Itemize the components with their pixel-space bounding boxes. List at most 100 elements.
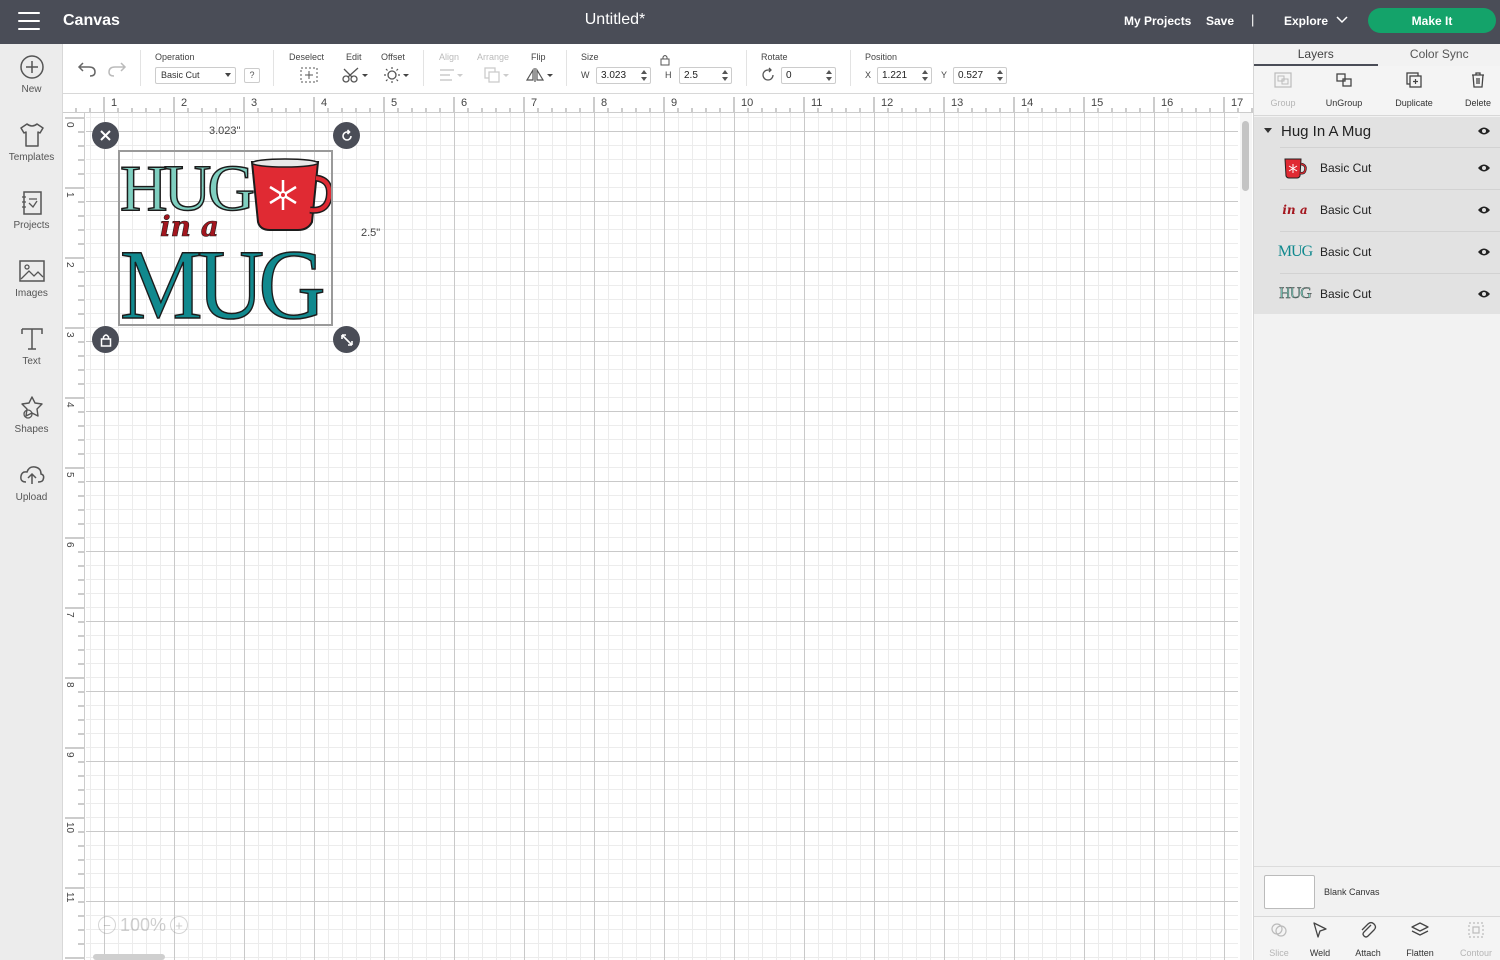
rotate-input[interactable]: 0: [781, 67, 836, 84]
eye-icon[interactable]: [1477, 247, 1491, 257]
ungroup-button[interactable]: UnGroup: [1315, 71, 1373, 108]
align-label: Align: [439, 52, 460, 62]
ruler-ticks: 1 2 3 4 5 6 7 8 9 10 11 12 13 14 15 16 17: [75, 97, 1253, 112]
eye-icon[interactable]: [1477, 163, 1491, 173]
stepper-icon[interactable]: [826, 70, 832, 81]
position-label: Position: [865, 52, 898, 62]
ruler-label: 12: [881, 97, 893, 109]
x-position-input[interactable]: 1.221: [877, 67, 932, 84]
ruler-label: 16: [1161, 97, 1173, 109]
make-it-button[interactable]: Make It: [1368, 8, 1496, 33]
horizontal-ruler: 1 2 3 4 5 6 7 8 9 10 11 12 13 14 15 16 17: [63, 95, 1253, 113]
deselect-label: Deselect: [289, 52, 325, 62]
action-label: Duplicate: [1395, 98, 1433, 108]
action-label: Delete: [1464, 98, 1491, 108]
zoom-out-button[interactable]: −: [98, 916, 116, 934]
arrange-icon: [484, 67, 509, 83]
ruler-label: 5: [64, 472, 75, 478]
weld-button[interactable]: Weld: [1295, 921, 1345, 958]
ruler-label: 1: [64, 192, 75, 198]
design-space-window: Canvas Untitled* My Projects Save | Expl…: [0, 0, 1500, 960]
operation-select[interactable]: Basic Cut: [155, 67, 236, 84]
layer-row[interactable]: HUG Basic Cut: [1279, 273, 1500, 314]
flip-icon[interactable]: [525, 66, 555, 84]
delete-handle[interactable]: [92, 122, 119, 149]
ruler-label: 5: [391, 97, 397, 109]
horizontal-scrollbar-thumb[interactable]: [93, 954, 165, 960]
attach-button[interactable]: Attach: [1343, 921, 1393, 958]
stepper-icon[interactable]: [922, 70, 928, 81]
new-tool[interactable]: New: [0, 54, 63, 114]
y-position-value: 0.527: [958, 70, 984, 81]
layers-panel: Layers Color Sync Group UnGroup Duplicat…: [1253, 44, 1500, 960]
upload-tool[interactable]: Upload: [0, 462, 63, 522]
ruler-label: 2: [64, 262, 75, 268]
separator: [850, 50, 851, 86]
offset-label: Offset: [381, 52, 405, 62]
tab-layers[interactable]: Layers: [1254, 44, 1378, 66]
caret-down-icon: [225, 73, 231, 77]
selection-box[interactable]: [118, 150, 333, 326]
separator: [423, 50, 424, 86]
layer-group-header[interactable]: Hug In A Mug: [1254, 117, 1500, 145]
separator: [566, 50, 567, 86]
duplicate-button[interactable]: Duplicate: [1385, 71, 1443, 108]
text-tool[interactable]: Text: [0, 326, 63, 386]
stepper-icon[interactable]: [722, 70, 728, 81]
deselect-icon[interactable]: [299, 66, 319, 84]
vertical-scrollbar[interactable]: [1240, 113, 1252, 960]
height-input[interactable]: 2.5: [679, 67, 732, 84]
rotate-value: 0: [786, 70, 792, 81]
save-link[interactable]: Save: [1206, 14, 1234, 28]
ruler-label: 3: [251, 97, 257, 109]
selection-height-label: 2.5": [361, 227, 381, 239]
rotate-handle[interactable]: [333, 122, 360, 149]
layer-thumbnail: HUG: [1279, 281, 1312, 307]
document-title[interactable]: Untitled*: [0, 11, 1230, 29]
projects-tool[interactable]: Projects: [0, 190, 63, 250]
undo-icon[interactable]: [77, 60, 97, 78]
shapes-tool[interactable]: Shapes: [0, 394, 63, 454]
canvas-color-swatch[interactable]: [1264, 875, 1315, 909]
contour-button[interactable]: Contour: [1451, 921, 1500, 958]
ruler-label: 15: [1091, 97, 1103, 109]
stepper-icon[interactable]: [641, 70, 647, 81]
stepper-icon[interactable]: [997, 70, 1003, 81]
layer-row[interactable]: MUG Basic Cut: [1278, 231, 1500, 272]
lock-handle[interactable]: [92, 326, 119, 353]
width-prefix: W: [581, 70, 590, 80]
layer-row[interactable]: in a Basic Cut: [1280, 189, 1500, 230]
ruler-label: 11: [811, 97, 822, 109]
templates-tool[interactable]: Templates: [0, 122, 63, 182]
resize-handle[interactable]: [333, 326, 360, 353]
eye-icon[interactable]: [1477, 205, 1491, 215]
layer-name: Basic Cut: [1320, 245, 1372, 259]
redo-icon[interactable]: [107, 60, 127, 78]
eye-icon[interactable]: [1477, 289, 1491, 299]
group-button[interactable]: Group: [1254, 71, 1312, 108]
height-prefix: H: [665, 70, 672, 80]
tab-color-sync[interactable]: Color Sync: [1378, 44, 1500, 66]
trash-icon: [1472, 72, 1484, 88]
flatten-button[interactable]: Flatten: [1395, 921, 1445, 958]
images-tool[interactable]: Images: [0, 258, 63, 318]
in-a-thumbnail: in a: [1282, 203, 1308, 217]
chevron-down-icon[interactable]: [1336, 14, 1348, 26]
edit-scissors-icon[interactable]: [342, 66, 370, 84]
contour-icon: [1468, 922, 1484, 938]
explore-link[interactable]: Explore: [1284, 14, 1328, 28]
offset-icon[interactable]: [383, 66, 411, 84]
y-position-input[interactable]: 0.527: [953, 67, 1007, 84]
delete-button[interactable]: Delete: [1449, 71, 1500, 108]
collapse-triangle-icon[interactable]: [1264, 128, 1272, 133]
ruler-label: 14: [1021, 97, 1033, 109]
layer-row[interactable]: Basic Cut: [1280, 147, 1500, 188]
operation-help-button[interactable]: ?: [244, 68, 260, 83]
layer-thumbnail: in a: [1280, 197, 1310, 223]
lock-ratio-icon[interactable]: [660, 54, 670, 66]
width-input[interactable]: 3.023: [596, 67, 651, 84]
my-projects-link[interactable]: My Projects: [1124, 14, 1191, 28]
scrollbar-thumb[interactable]: [1242, 121, 1249, 191]
eye-icon[interactable]: [1477, 126, 1491, 136]
zoom-in-button[interactable]: +: [170, 916, 189, 934]
